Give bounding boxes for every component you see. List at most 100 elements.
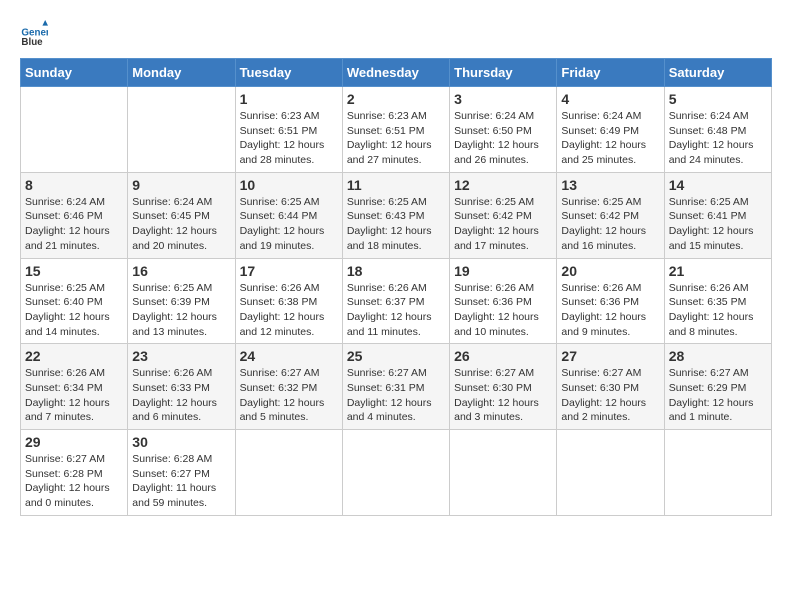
- day-number: 1: [240, 91, 338, 107]
- logo: General Blue: [20, 20, 52, 48]
- calendar-week-row: 29 Sunrise: 6:27 AMSunset: 6:28 PMDaylig…: [21, 430, 772, 516]
- day-number: 4: [561, 91, 659, 107]
- day-number: 22: [25, 348, 123, 364]
- day-info: Sunrise: 6:26 AMSunset: 6:38 PMDaylight:…: [240, 281, 338, 340]
- weekday-header-row: SundayMondayTuesdayWednesdayThursdayFrid…: [21, 59, 772, 87]
- calendar-week-row: 15 Sunrise: 6:25 AMSunset: 6:40 PMDaylig…: [21, 258, 772, 344]
- calendar-day-cell: 9 Sunrise: 6:24 AMSunset: 6:45 PMDayligh…: [128, 172, 235, 258]
- day-number: 19: [454, 263, 552, 279]
- calendar-day-cell: 27 Sunrise: 6:27 AMSunset: 6:30 PMDaylig…: [557, 344, 664, 430]
- calendar-day-cell: 26 Sunrise: 6:27 AMSunset: 6:30 PMDaylig…: [450, 344, 557, 430]
- day-info: Sunrise: 6:27 AMSunset: 6:28 PMDaylight:…: [25, 452, 123, 511]
- day-number: 8: [25, 177, 123, 193]
- day-number: 2: [347, 91, 445, 107]
- day-info: Sunrise: 6:26 AMSunset: 6:35 PMDaylight:…: [669, 281, 767, 340]
- day-number: 12: [454, 177, 552, 193]
- calendar-table: SundayMondayTuesdayWednesdayThursdayFrid…: [20, 58, 772, 516]
- calendar-day-cell: 15 Sunrise: 6:25 AMSunset: 6:40 PMDaylig…: [21, 258, 128, 344]
- calendar-day-cell: 30 Sunrise: 6:28 AMSunset: 6:27 PMDaylig…: [128, 430, 235, 516]
- day-number: 23: [132, 348, 230, 364]
- calendar-day-cell: [128, 87, 235, 173]
- calendar-week-row: 8 Sunrise: 6:24 AMSunset: 6:46 PMDayligh…: [21, 172, 772, 258]
- day-info: Sunrise: 6:27 AMSunset: 6:31 PMDaylight:…: [347, 366, 445, 425]
- day-number: 9: [132, 177, 230, 193]
- calendar-day-cell: 20 Sunrise: 6:26 AMSunset: 6:36 PMDaylig…: [557, 258, 664, 344]
- calendar-day-cell: [342, 430, 449, 516]
- day-number: 3: [454, 91, 552, 107]
- calendar-day-cell: [21, 87, 128, 173]
- weekday-header: Tuesday: [235, 59, 342, 87]
- calendar-day-cell: 3 Sunrise: 6:24 AMSunset: 6:50 PMDayligh…: [450, 87, 557, 173]
- calendar-day-cell: 22 Sunrise: 6:26 AMSunset: 6:34 PMDaylig…: [21, 344, 128, 430]
- day-info: Sunrise: 6:25 AMSunset: 6:44 PMDaylight:…: [240, 195, 338, 254]
- day-number: 10: [240, 177, 338, 193]
- day-number: 30: [132, 434, 230, 450]
- svg-text:Blue: Blue: [21, 37, 43, 48]
- day-info: Sunrise: 6:24 AMSunset: 6:45 PMDaylight:…: [132, 195, 230, 254]
- calendar-day-cell: [664, 430, 771, 516]
- calendar-week-row: 22 Sunrise: 6:26 AMSunset: 6:34 PMDaylig…: [21, 344, 772, 430]
- day-info: Sunrise: 6:23 AMSunset: 6:51 PMDaylight:…: [240, 109, 338, 168]
- day-number: 14: [669, 177, 767, 193]
- calendar-day-cell: 10 Sunrise: 6:25 AMSunset: 6:44 PMDaylig…: [235, 172, 342, 258]
- calendar-day-cell: 17 Sunrise: 6:26 AMSunset: 6:38 PMDaylig…: [235, 258, 342, 344]
- weekday-header: Friday: [557, 59, 664, 87]
- day-number: 27: [561, 348, 659, 364]
- weekday-header: Thursday: [450, 59, 557, 87]
- calendar-day-cell: [557, 430, 664, 516]
- day-info: Sunrise: 6:24 AMSunset: 6:48 PMDaylight:…: [669, 109, 767, 168]
- day-info: Sunrise: 6:25 AMSunset: 6:39 PMDaylight:…: [132, 281, 230, 340]
- day-number: 15: [25, 263, 123, 279]
- calendar-day-cell: 21 Sunrise: 6:26 AMSunset: 6:35 PMDaylig…: [664, 258, 771, 344]
- day-number: 17: [240, 263, 338, 279]
- day-number: 21: [669, 263, 767, 279]
- day-number: 13: [561, 177, 659, 193]
- weekday-header: Sunday: [21, 59, 128, 87]
- day-info: Sunrise: 6:25 AMSunset: 6:41 PMDaylight:…: [669, 195, 767, 254]
- day-info: Sunrise: 6:25 AMSunset: 6:42 PMDaylight:…: [561, 195, 659, 254]
- weekday-header: Wednesday: [342, 59, 449, 87]
- day-number: 16: [132, 263, 230, 279]
- day-info: Sunrise: 6:24 AMSunset: 6:46 PMDaylight:…: [25, 195, 123, 254]
- day-info: Sunrise: 6:27 AMSunset: 6:32 PMDaylight:…: [240, 366, 338, 425]
- day-info: Sunrise: 6:25 AMSunset: 6:43 PMDaylight:…: [347, 195, 445, 254]
- day-number: 26: [454, 348, 552, 364]
- day-number: 5: [669, 91, 767, 107]
- day-number: 29: [25, 434, 123, 450]
- logo-icon: General Blue: [20, 20, 48, 48]
- calendar-day-cell: 5 Sunrise: 6:24 AMSunset: 6:48 PMDayligh…: [664, 87, 771, 173]
- day-number: 25: [347, 348, 445, 364]
- day-info: Sunrise: 6:23 AMSunset: 6:51 PMDaylight:…: [347, 109, 445, 168]
- day-info: Sunrise: 6:25 AMSunset: 6:40 PMDaylight:…: [25, 281, 123, 340]
- calendar-day-cell: 12 Sunrise: 6:25 AMSunset: 6:42 PMDaylig…: [450, 172, 557, 258]
- day-number: 28: [669, 348, 767, 364]
- calendar-day-cell: 25 Sunrise: 6:27 AMSunset: 6:31 PMDaylig…: [342, 344, 449, 430]
- day-number: 24: [240, 348, 338, 364]
- calendar-day-cell: 29 Sunrise: 6:27 AMSunset: 6:28 PMDaylig…: [21, 430, 128, 516]
- day-info: Sunrise: 6:26 AMSunset: 6:33 PMDaylight:…: [132, 366, 230, 425]
- page-header: General Blue: [20, 20, 772, 48]
- calendar-day-cell: 24 Sunrise: 6:27 AMSunset: 6:32 PMDaylig…: [235, 344, 342, 430]
- calendar-day-cell: 16 Sunrise: 6:25 AMSunset: 6:39 PMDaylig…: [128, 258, 235, 344]
- weekday-header: Monday: [128, 59, 235, 87]
- day-info: Sunrise: 6:24 AMSunset: 6:49 PMDaylight:…: [561, 109, 659, 168]
- calendar-day-cell: 2 Sunrise: 6:23 AMSunset: 6:51 PMDayligh…: [342, 87, 449, 173]
- day-info: Sunrise: 6:28 AMSunset: 6:27 PMDaylight:…: [132, 452, 230, 511]
- day-number: 18: [347, 263, 445, 279]
- calendar-day-cell: 8 Sunrise: 6:24 AMSunset: 6:46 PMDayligh…: [21, 172, 128, 258]
- day-info: Sunrise: 6:26 AMSunset: 6:36 PMDaylight:…: [454, 281, 552, 340]
- day-info: Sunrise: 6:25 AMSunset: 6:42 PMDaylight:…: [454, 195, 552, 254]
- weekday-header: Saturday: [664, 59, 771, 87]
- calendar-day-cell: 14 Sunrise: 6:25 AMSunset: 6:41 PMDaylig…: [664, 172, 771, 258]
- calendar-day-cell: 13 Sunrise: 6:25 AMSunset: 6:42 PMDaylig…: [557, 172, 664, 258]
- calendar-week-row: 1 Sunrise: 6:23 AMSunset: 6:51 PMDayligh…: [21, 87, 772, 173]
- calendar-day-cell: [235, 430, 342, 516]
- day-info: Sunrise: 6:26 AMSunset: 6:34 PMDaylight:…: [25, 366, 123, 425]
- calendar-day-cell: 28 Sunrise: 6:27 AMSunset: 6:29 PMDaylig…: [664, 344, 771, 430]
- calendar-day-cell: 4 Sunrise: 6:24 AMSunset: 6:49 PMDayligh…: [557, 87, 664, 173]
- day-info: Sunrise: 6:26 AMSunset: 6:36 PMDaylight:…: [561, 281, 659, 340]
- calendar-day-cell: 1 Sunrise: 6:23 AMSunset: 6:51 PMDayligh…: [235, 87, 342, 173]
- day-info: Sunrise: 6:27 AMSunset: 6:30 PMDaylight:…: [561, 366, 659, 425]
- calendar-day-cell: 23 Sunrise: 6:26 AMSunset: 6:33 PMDaylig…: [128, 344, 235, 430]
- day-info: Sunrise: 6:26 AMSunset: 6:37 PMDaylight:…: [347, 281, 445, 340]
